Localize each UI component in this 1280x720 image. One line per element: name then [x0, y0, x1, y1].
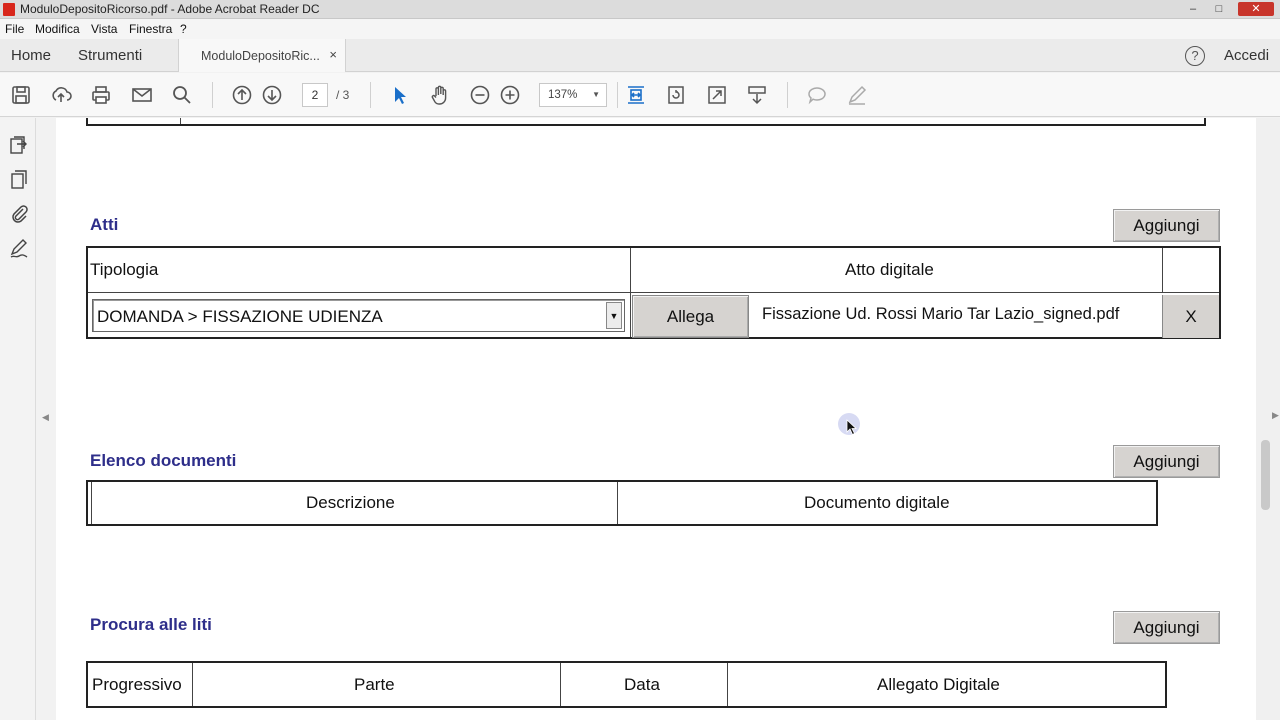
- acrobat-icon: [3, 3, 15, 16]
- table-divider: [727, 663, 728, 706]
- add-procura-button[interactable]: Aggiungi: [1113, 611, 1220, 644]
- title-bar: ModuloDepositoRicorso.pdf - Adobe Acroba…: [0, 0, 1280, 19]
- table-divider: [88, 292, 1219, 293]
- tab-document[interactable]: ModuloDepositoRic... ×: [178, 39, 346, 72]
- menu-modifica[interactable]: Modifica: [35, 22, 80, 36]
- print-icon[interactable]: [89, 83, 113, 107]
- attachment-icon[interactable]: [8, 202, 30, 224]
- toolbar-separator: [370, 82, 371, 108]
- section-title-procura-alle-liti: Procura alle liti: [90, 615, 212, 634]
- zoom-select[interactable]: 137% ▼: [539, 83, 607, 107]
- toolbar-separator: [212, 82, 213, 108]
- chevron-down-icon: ▼: [592, 90, 600, 99]
- tipologia-select[interactable]: DOMANDA > FISSAZIONE UDIENZA ▼: [92, 299, 625, 332]
- chevron-down-icon[interactable]: ▼: [606, 302, 622, 329]
- pdf-page: Atti Aggiungi Tipologia Atto digitale Fi…: [56, 118, 1256, 720]
- elenco-documenti-table: Descrizione Documento digitale: [86, 480, 1158, 526]
- toolbar-separator: [787, 82, 788, 108]
- remove-atto-button[interactable]: X: [1162, 295, 1219, 338]
- table-divider: [630, 248, 631, 337]
- left-rail: [0, 118, 36, 720]
- minimize-button[interactable]: –: [1180, 2, 1206, 16]
- table-previous: [86, 118, 1206, 126]
- window-title: ModuloDepositoRicorso.pdf - Adobe Acroba…: [20, 2, 320, 16]
- close-window-button[interactable]: ✕: [1238, 2, 1274, 16]
- add-atto-button[interactable]: Aggiungi: [1113, 209, 1220, 242]
- procura-table: Progressivo Parte Data Allegato Digitale: [86, 661, 1167, 708]
- sign-icon[interactable]: [8, 238, 30, 260]
- menu-vista[interactable]: Vista: [91, 22, 117, 36]
- tipologia-value: DOMANDA > FISSAZIONE UDIENZA: [97, 307, 383, 326]
- header-descrizione: Descrizione: [306, 493, 395, 512]
- table-divider: [91, 482, 92, 524]
- section-title-elenco-documenti: Elenco documenti: [90, 451, 237, 470]
- table-divider: [617, 482, 618, 524]
- signin-link[interactable]: Accedi: [1224, 47, 1269, 64]
- close-tab-icon[interactable]: ×: [329, 47, 337, 62]
- tab-home[interactable]: Home: [11, 47, 51, 64]
- mail-icon[interactable]: [130, 83, 154, 107]
- header-documento-digitale: Documento digitale: [804, 493, 950, 512]
- prev-page-icon[interactable]: [230, 83, 254, 107]
- menu-bar: File Modifica Vista Finestra ?: [0, 19, 1280, 39]
- table-divider: [1162, 248, 1163, 292]
- tab-document-label: ModuloDepositoRic...: [201, 49, 320, 63]
- page-number-input[interactable]: 2: [302, 83, 328, 107]
- export-pdf-icon[interactable]: [8, 134, 30, 156]
- add-documento-button[interactable]: Aggiungi: [1113, 445, 1220, 478]
- select-cursor-icon[interactable]: [388, 83, 412, 107]
- comment-icon[interactable]: [805, 83, 829, 107]
- table-divider: [180, 118, 181, 124]
- table-divider: [560, 663, 561, 706]
- page-total: / 3: [336, 88, 350, 102]
- hand-icon[interactable]: [428, 83, 452, 107]
- scroll-mode-icon[interactable]: [745, 83, 769, 107]
- search-icon[interactable]: [170, 83, 194, 107]
- attach-button[interactable]: Allega: [632, 295, 749, 338]
- fullscreen-icon[interactable]: [705, 83, 729, 107]
- fit-width-icon[interactable]: [624, 83, 648, 107]
- attached-file-name: Fissazione Ud. Rossi Mario Tar Lazio_sig…: [762, 305, 1120, 323]
- tab-bar: Home Strumenti ModuloDepositoRic... × ? …: [0, 39, 1280, 72]
- header-allegato-digitale: Allegato Digitale: [877, 675, 1000, 694]
- header-data: Data: [624, 675, 660, 694]
- section-title-atti: Atti: [90, 215, 119, 234]
- help-icon[interactable]: ?: [1185, 46, 1205, 66]
- menu-help[interactable]: ?: [180, 22, 187, 36]
- table-divider: [192, 663, 193, 706]
- tab-tools[interactable]: Strumenti: [78, 47, 142, 64]
- expand-right-panel-icon[interactable]: ▶: [1272, 410, 1279, 421]
- header-parte: Parte: [354, 675, 395, 694]
- header-tipologia: Tipologia: [90, 260, 159, 279]
- mouse-cursor-icon: [838, 413, 860, 436]
- collapse-left-panel-icon[interactable]: ◀: [42, 412, 49, 423]
- draw-icon[interactable]: [845, 83, 869, 107]
- upload-icon[interactable]: [49, 83, 73, 107]
- maximize-button[interactable]: □: [1206, 2, 1232, 16]
- save-icon[interactable]: [9, 83, 33, 107]
- main-toolbar: 2 / 3 137% ▼: [0, 73, 1280, 117]
- next-page-icon[interactable]: [260, 83, 284, 107]
- toolbar-separator: [617, 82, 618, 108]
- zoom-out-icon[interactable]: [468, 83, 492, 107]
- menu-file[interactable]: File: [5, 22, 24, 36]
- header-atto-digitale: Atto digitale: [845, 260, 934, 279]
- menu-finestra[interactable]: Finestra: [129, 22, 172, 36]
- header-progressivo: Progressivo: [92, 675, 182, 694]
- scrollbar-thumb[interactable]: [1261, 440, 1270, 510]
- zoom-value: 137%: [548, 89, 578, 101]
- zoom-in-icon[interactable]: [498, 83, 522, 107]
- rotate-icon[interactable]: [664, 83, 688, 107]
- copy-pages-icon[interactable]: [8, 168, 30, 190]
